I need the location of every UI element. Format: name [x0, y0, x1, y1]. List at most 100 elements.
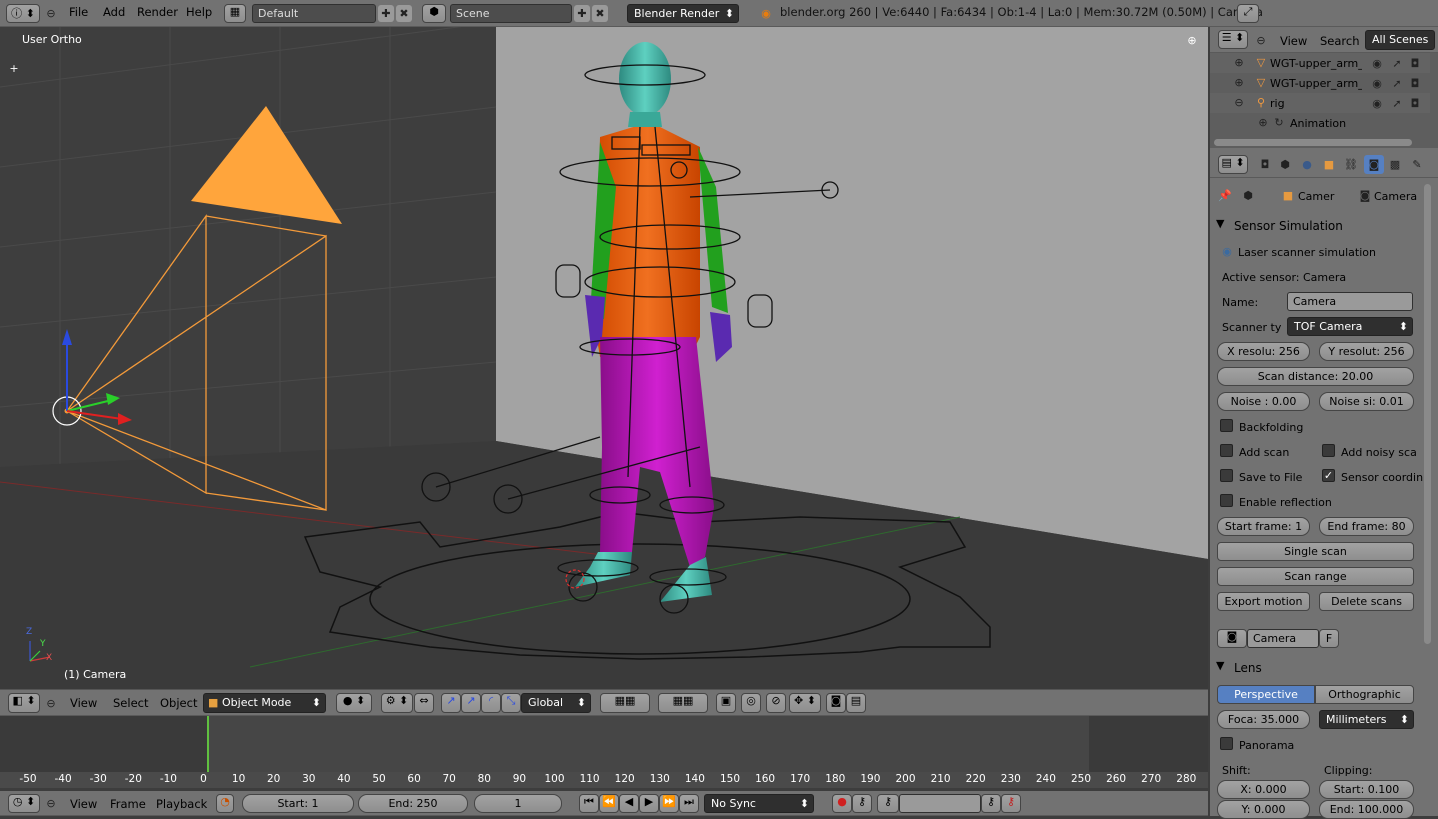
scene-icon[interactable]: ⬢	[422, 4, 446, 23]
timeline-menu-playback[interactable]: Playback	[156, 797, 207, 811]
outliner-row[interactable]: ⊕ ▽ WGT-upper_arm_p ◉ ➚ ◘	[1210, 53, 1430, 73]
cursor-icon[interactable]: ➚	[1390, 76, 1404, 90]
insert-keyframe-icon[interactable]: ⚷	[981, 794, 1001, 813]
orientation-select[interactable]: Global ⬍	[521, 693, 591, 713]
timeline-editor-icon[interactable]: ◷ ⬍	[8, 794, 40, 813]
arc-icon[interactable]: ◜	[481, 693, 501, 713]
preview-range-icon[interactable]: ◔	[216, 794, 234, 813]
cursor-icon[interactable]: ➚	[1390, 56, 1404, 70]
remove-scene-icon[interactable]: ✖	[592, 5, 608, 22]
texture-tab-icon[interactable]: ▩	[1386, 156, 1404, 173]
rotate-icon[interactable]: ↗	[461, 693, 481, 713]
clip-start-field[interactable]: Start: 0.100	[1319, 780, 1414, 799]
render-engine-select[interactable]: Blender Render ⬍	[627, 4, 739, 23]
outliner-row[interactable]: ⊕ ↻ Animation	[1210, 113, 1430, 133]
jump-end-icon[interactable]: ⏭	[679, 794, 699, 813]
end-frame-field[interactable]: End frame: 80	[1319, 517, 1414, 536]
scene-field[interactable]: Scene	[450, 4, 572, 23]
jump-key-back-icon[interactable]: ⏪	[599, 794, 619, 813]
render-anim-icon[interactable]: ▤	[846, 693, 866, 713]
menu-add[interactable]: Add	[103, 5, 125, 19]
translate-icon[interactable]: ↗	[441, 693, 461, 713]
panorama-checkbox[interactable]	[1220, 737, 1233, 750]
play-icon[interactable]: ▶	[639, 794, 659, 813]
expand-icon[interactable]: ⊕	[1234, 76, 1244, 89]
collapse-icon[interactable]: ⊖	[44, 796, 58, 810]
name-field[interactable]: Camera	[1287, 292, 1413, 311]
outliner-scrollbar[interactable]	[1214, 139, 1412, 146]
timeline-menu-frame[interactable]: Frame	[110, 797, 146, 811]
sensor-coord-checkbox[interactable]: ✓	[1322, 469, 1335, 482]
collapse-icon[interactable]: ⊖	[44, 6, 58, 20]
end-frame-timeline[interactable]: End: 250	[358, 794, 468, 813]
keying-set-icon[interactable]: ⚷	[852, 794, 872, 813]
current-frame-field[interactable]: 1	[474, 794, 562, 813]
noise-field[interactable]: Noise : 0.00	[1217, 392, 1310, 411]
snap-icon[interactable]: ⊘	[766, 693, 786, 713]
properties-scrollbar[interactable]	[1424, 184, 1431, 644]
collapse-icon[interactable]: ⊖	[44, 695, 58, 711]
timeline-area[interactable]	[0, 716, 1208, 786]
pin-icon[interactable]: 📌	[1218, 188, 1232, 202]
menu-select[interactable]: Select	[113, 696, 148, 710]
viewport-corner-icon[interactable]: ⊕	[1186, 34, 1198, 47]
menu-help[interactable]: Help	[186, 5, 212, 19]
constraints-tab-icon[interactable]: ⛓	[1342, 156, 1360, 173]
camera-render-icon[interactable]: ◘	[1408, 76, 1422, 90]
outliner-editor-icon[interactable]: ☰ ⬍	[1218, 30, 1248, 49]
outliner-row[interactable]: ⊖ ⚲ rig ◉ ➚ ◘	[1210, 93, 1430, 113]
collapse-row-icon[interactable]: ⊖	[1234, 96, 1244, 109]
mode-select[interactable]: ■ Object Mode ⬍	[203, 693, 326, 713]
render-tab-icon[interactable]: ◘	[1256, 156, 1274, 173]
outliner-menu-view[interactable]: View	[1280, 34, 1307, 48]
scan-distance-field[interactable]: Scan distance: 20.00	[1217, 367, 1414, 386]
add-layout-icon[interactable]: ✚	[378, 5, 394, 22]
jump-start-icon[interactable]: ⏮	[579, 794, 599, 813]
corner-plus-icon[interactable]: +	[8, 62, 20, 75]
shift-x-field[interactable]: X: 0.000	[1217, 780, 1310, 799]
perspective-button[interactable]: Perspective	[1217, 685, 1315, 704]
noise-sigma-field[interactable]: Noise si: 0.01	[1319, 392, 1414, 411]
fake-user-button[interactable]: F	[1319, 629, 1339, 648]
start-frame-field[interactable]: Start frame: 1	[1217, 517, 1310, 536]
play-reverse-icon[interactable]: ◀	[619, 794, 639, 813]
keying-set-select-icon[interactable]: ⚷	[877, 794, 899, 813]
properties-editor-icon[interactable]: ▤ ⬍	[1218, 155, 1248, 174]
panel-collapse-icon[interactable]: ▼	[1216, 659, 1224, 672]
lens-panel-title[interactable]: Lens	[1234, 661, 1262, 675]
brush-tab-icon[interactable]: ✎	[1408, 156, 1426, 173]
eye-icon[interactable]: ◉	[1370, 56, 1384, 70]
keying-set-field[interactable]	[899, 794, 981, 813]
shading-select[interactable]: ● ⬍	[336, 693, 372, 713]
lens-unit-select[interactable]: Millimeters ⬍	[1319, 710, 1414, 729]
record-icon[interactable]: ●	[832, 794, 852, 813]
panel-collapse-icon[interactable]: ▼	[1216, 217, 1224, 230]
menu-object[interactable]: Object	[160, 696, 197, 710]
local-layer-icon[interactable]: ▣	[716, 693, 736, 713]
export-motion-button[interactable]: Export motion	[1217, 592, 1310, 611]
expand-icon[interactable]: ⊕	[1258, 116, 1268, 129]
delete-scans-button[interactable]: Delete scans	[1319, 592, 1414, 611]
editor-type-3d[interactable]: ◧ ⬍	[8, 693, 40, 713]
layout-field[interactable]: Default	[252, 4, 376, 23]
layers-b-icon[interactable]: ▦▦	[658, 693, 708, 713]
save-to-file-checkbox[interactable]	[1220, 469, 1233, 482]
sync-select[interactable]: No Sync ⬍	[704, 794, 814, 813]
backfolding-checkbox[interactable]	[1220, 419, 1233, 432]
timeline-ruler[interactable]: -50 -40 -30 -20 -10 0 10 20 30 40 50 60 70 80 90 100 110…	[0, 772, 1208, 788]
menu-view[interactable]: View	[70, 696, 97, 710]
editor-type-button[interactable]: ⓘ ⬍	[6, 4, 40, 23]
object-tab-icon[interactable]: ■	[1320, 156, 1338, 173]
single-scan-button[interactable]: Single scan	[1217, 542, 1414, 561]
scanner-type-select[interactable]: TOF Camera ⬍	[1287, 317, 1413, 336]
delete-keyframe-icon[interactable]: ⚷	[1001, 794, 1021, 813]
pivot-select[interactable]: ⚙ ⬍	[381, 693, 413, 713]
enable-reflection-checkbox[interactable]	[1220, 494, 1233, 507]
menu-render[interactable]: Render	[137, 5, 178, 19]
add-scene-icon[interactable]: ✚	[574, 5, 590, 22]
camera-render-icon[interactable]: ◘	[1408, 56, 1422, 70]
clip-end-field[interactable]: End: 100.000	[1319, 800, 1414, 819]
menu-file[interactable]: File	[69, 5, 88, 19]
camera-data-tab-icon[interactable]: ◙	[1364, 155, 1384, 174]
fullscreen-icon[interactable]: ⤢	[1237, 4, 1259, 23]
